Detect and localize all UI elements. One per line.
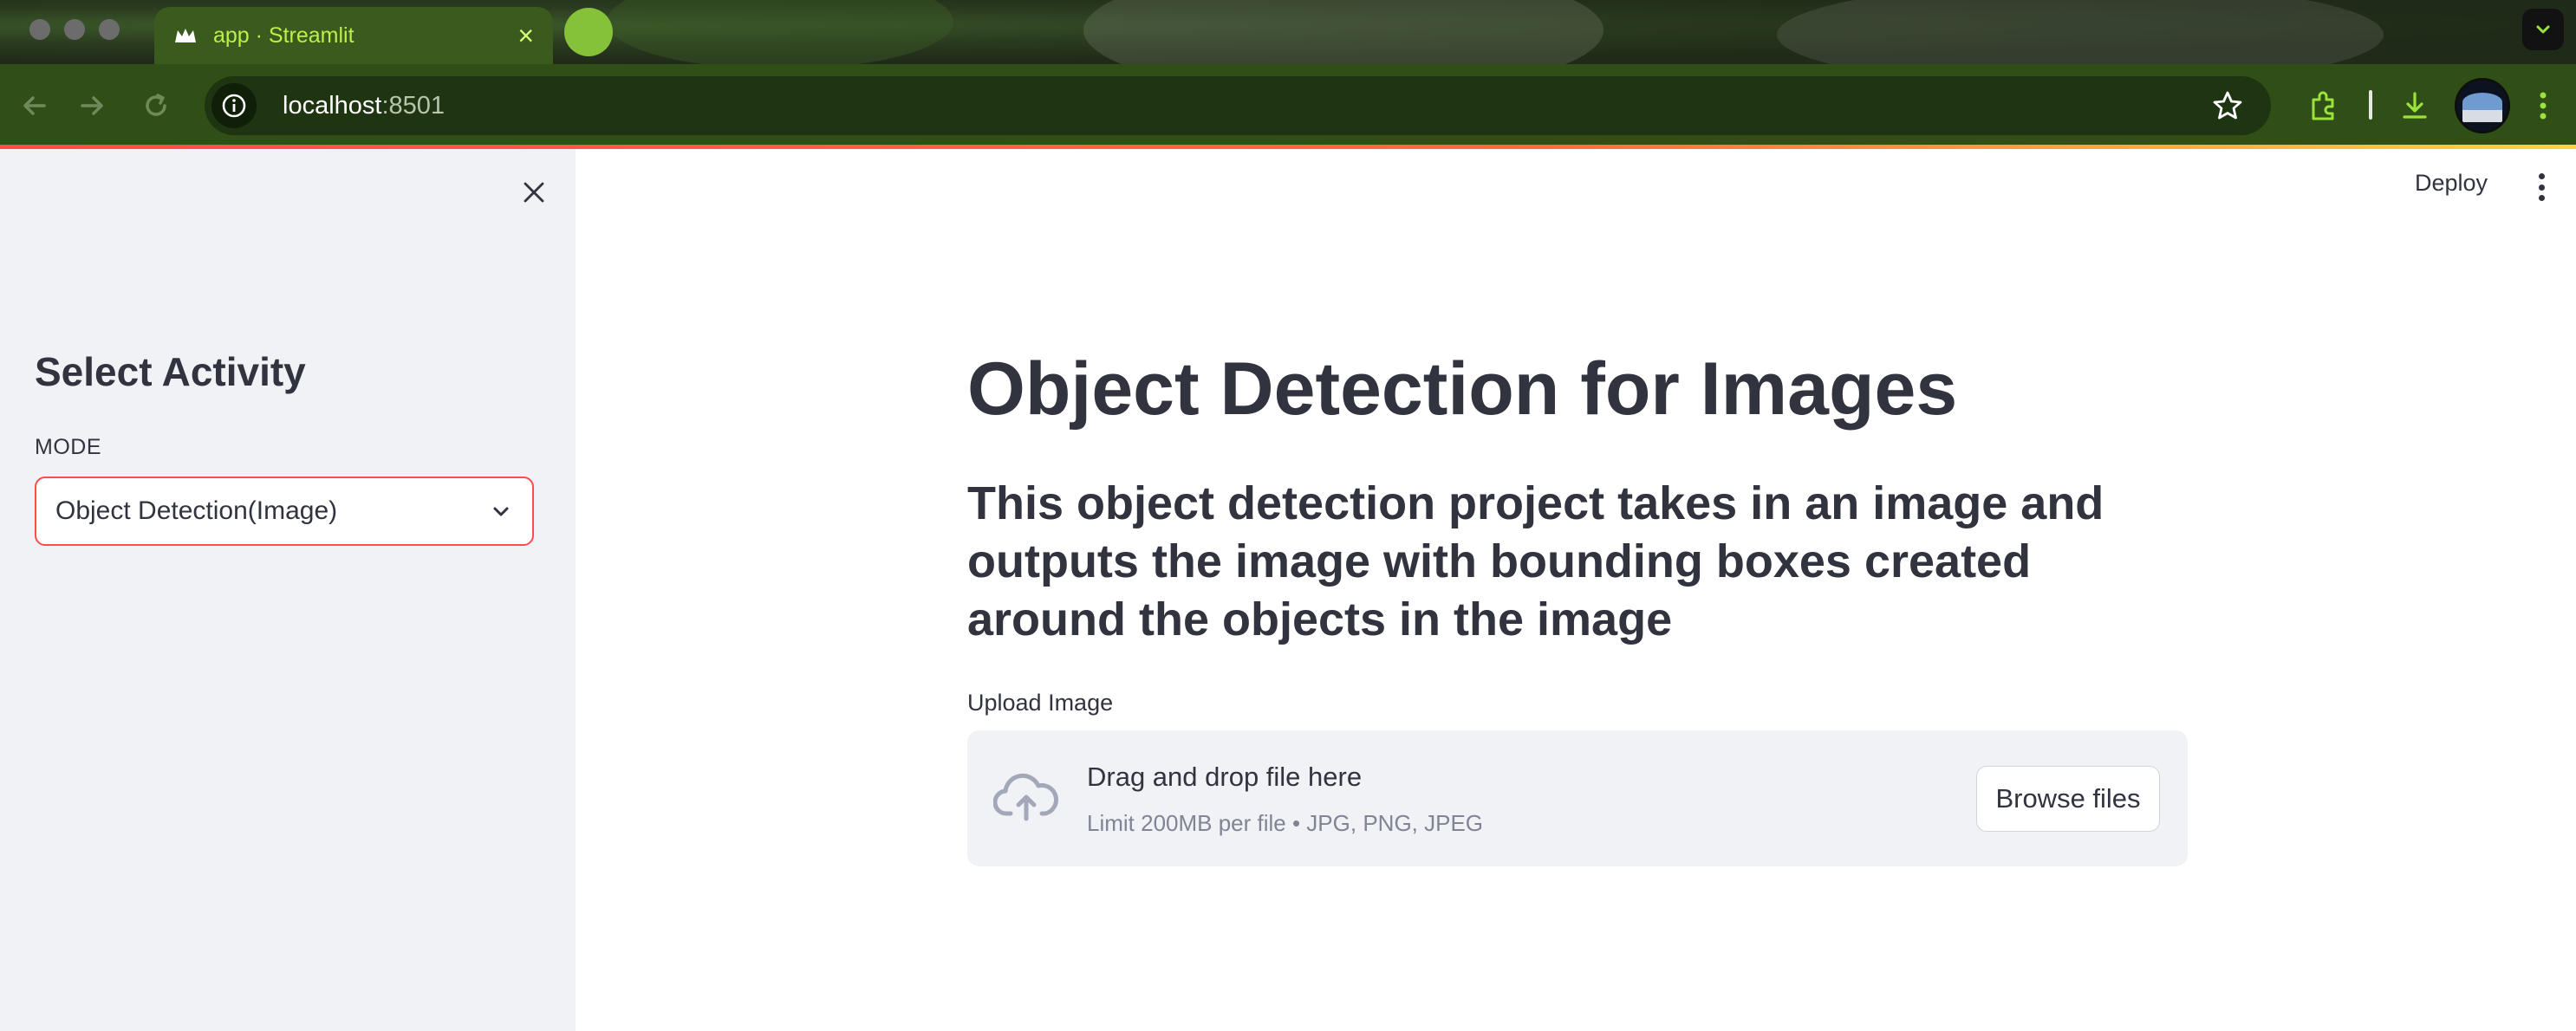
deploy-button[interactable]: Deploy — [2415, 170, 2488, 197]
mode-label: MODE — [35, 435, 101, 459]
window-close-dot[interactable] — [29, 19, 50, 40]
browser-tab-active[interactable]: app · Streamlit × — [154, 7, 553, 64]
star-icon[interactable] — [2210, 88, 2245, 123]
back-arrow-icon[interactable] — [16, 87, 54, 125]
sidebar: Select Activity MODE Object Detection(Im… — [0, 149, 576, 1031]
dropzone-limits: Limit 200MB per file • JPG, PNG, JPEG — [1087, 810, 1484, 836]
sidebar-close-icon[interactable] — [517, 175, 551, 210]
main-menu-icon[interactable] — [2531, 170, 2552, 204]
extensions-icon[interactable] — [2304, 87, 2342, 125]
sidebar-title: Select Activity — [35, 349, 306, 394]
site-info-icon[interactable] — [211, 83, 257, 128]
toolbar-separator — [2369, 90, 2372, 120]
download-icon[interactable] — [2396, 87, 2434, 125]
tab-title: app · Streamlit — [213, 23, 355, 48]
cloud-upload-icon — [992, 770, 1059, 826]
upload-label: Upload Image — [967, 690, 1114, 716]
browser-toolbar: localhost:8501 — [0, 64, 2576, 147]
tab-close-icon[interactable]: × — [517, 22, 534, 49]
page-title: Object Detection for Images — [967, 347, 1958, 431]
url-port: :8501 — [381, 91, 446, 120]
dropzone-instructions: Drag and drop file here — [1087, 762, 1363, 792]
new-tab-button[interactable] — [564, 8, 613, 56]
url-host: localhost — [283, 91, 382, 120]
window-zoom-dot[interactable] — [99, 19, 120, 40]
chevron-down-icon — [489, 499, 513, 523]
tab-search-button[interactable] — [2522, 9, 2564, 50]
browser-menu-icon[interactable] — [2524, 87, 2562, 125]
window-minimize-dot[interactable] — [64, 19, 85, 40]
browse-files-button[interactable]: Browse files — [1976, 766, 2160, 832]
mode-select-value: Object Detection(Image) — [55, 496, 338, 525]
streamlit-crown-icon — [173, 23, 198, 48]
profile-avatar[interactable] — [2455, 78, 2510, 133]
browser-tab-bar: app · Streamlit × — [0, 0, 2576, 64]
forward-arrow-icon[interactable] — [73, 87, 111, 125]
mode-select[interactable]: Object Detection(Image) — [35, 477, 534, 546]
file-dropzone[interactable]: Drag and drop file here Limit 200MB per … — [967, 730, 2188, 866]
url-text: localhost:8501 — [283, 92, 445, 120]
reload-icon[interactable] — [137, 87, 175, 125]
address-bar[interactable]: localhost:8501 — [205, 76, 2271, 135]
page-subtitle: This object detection project takes in a… — [967, 477, 2104, 645]
chevron-down-icon — [2536, 25, 2550, 34]
